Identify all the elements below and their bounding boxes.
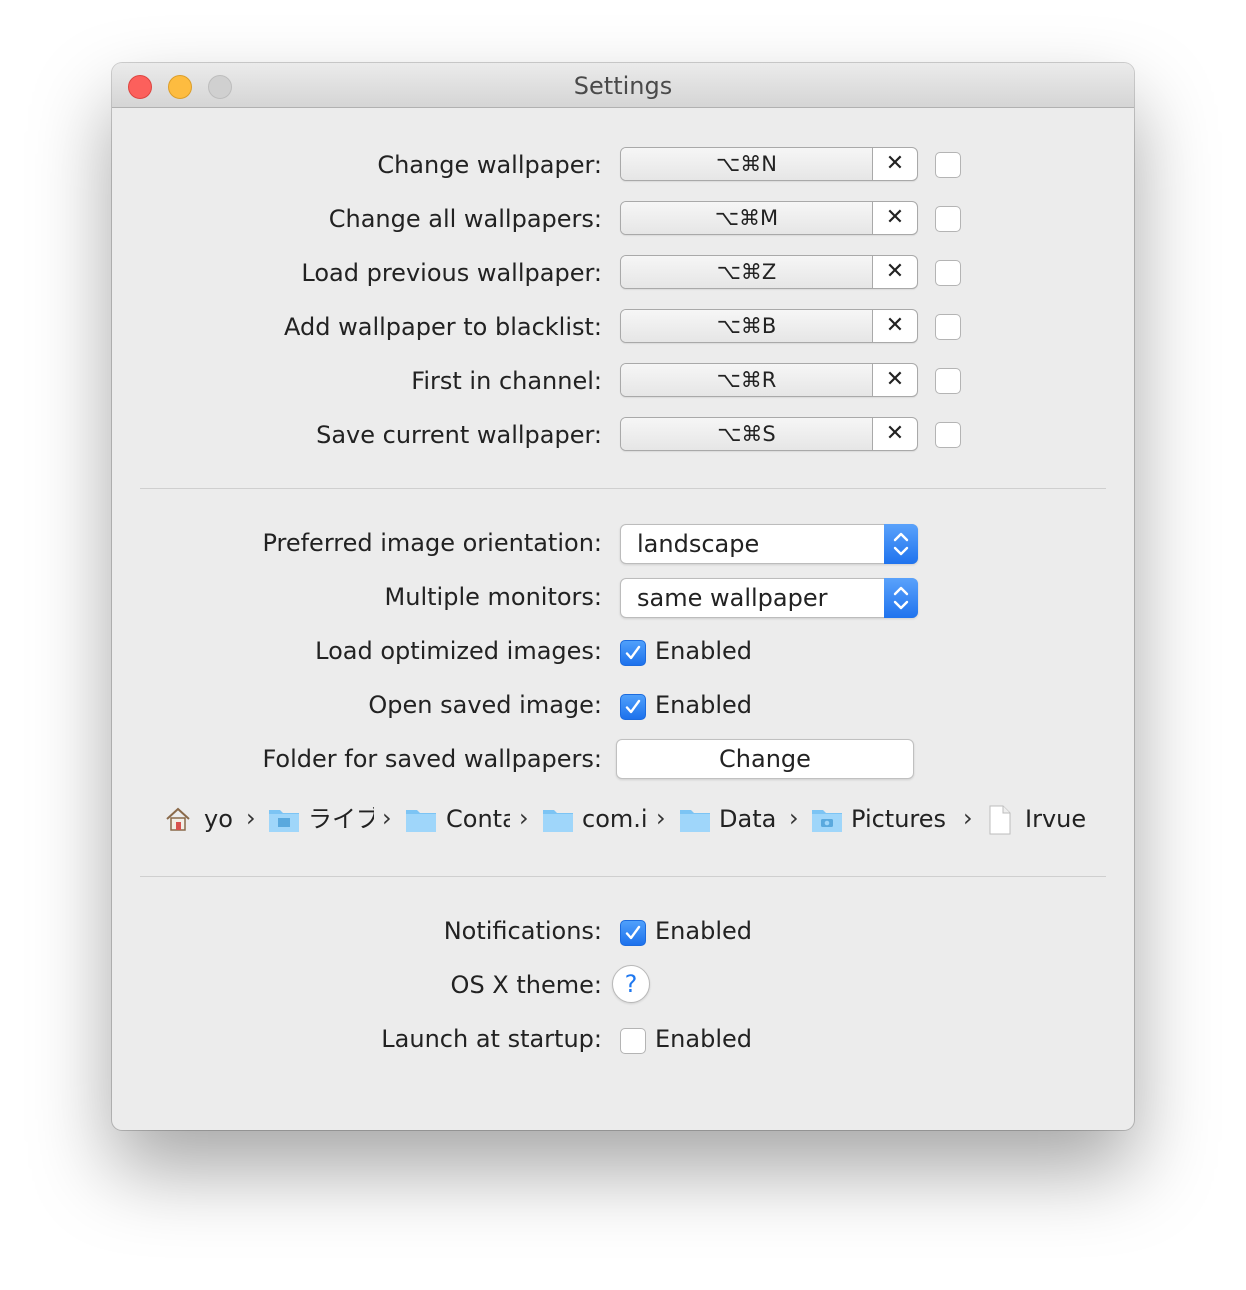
path-item[interactable]: yo xyxy=(204,801,242,837)
orientation-label: Preferred image orientation: xyxy=(262,529,602,557)
path-item[interactable]: Containers xyxy=(446,801,510,837)
shortcut-keys[interactable]: ⌥⌘N xyxy=(621,148,873,180)
shortcut-enable-checkbox[interactable] xyxy=(935,152,961,178)
shortcut-enable-checkbox[interactable] xyxy=(935,260,961,286)
clear-shortcut-button[interactable]: ✕ xyxy=(873,364,917,396)
optimized-checkbox[interactable] xyxy=(620,640,646,666)
folder-icon xyxy=(543,810,573,832)
startup-checkbox-label[interactable]: Enabled xyxy=(655,1025,752,1053)
shortcut-keys[interactable]: ⌥⌘S xyxy=(621,418,873,450)
monitors-value: same wallpaper xyxy=(637,584,828,612)
document-icon xyxy=(989,805,1011,835)
optimized-label: Load optimized images: xyxy=(315,637,602,665)
path-item[interactable]: ライブラリ xyxy=(308,801,374,837)
shortcut-recorder-add-to-blacklist[interactable]: ⌥⌘B ✕ xyxy=(620,309,918,343)
select-arrows-icon xyxy=(884,524,918,564)
saved-folder-path[interactable]: yo › ライブラリ › Containers › com.irvue › Da… xyxy=(162,801,1102,837)
shortcut-keys[interactable]: ⌥⌘Z xyxy=(621,256,873,288)
path-item[interactable]: Irvue xyxy=(1025,801,1101,837)
clear-shortcut-button[interactable]: ✕ xyxy=(873,148,917,180)
clear-shortcut-button[interactable]: ✕ xyxy=(873,202,917,234)
select-arrows-icon xyxy=(884,578,918,618)
window-title: Settings xyxy=(573,72,673,100)
startup-label: Launch at startup: xyxy=(381,1025,602,1053)
theme-label: OS X theme: xyxy=(450,971,602,999)
shortcut-enable-checkbox[interactable] xyxy=(935,368,961,394)
open-saved-checkbox[interactable] xyxy=(620,694,646,720)
notifications-checkbox[interactable] xyxy=(620,920,646,946)
orientation-select[interactable]: landscape xyxy=(620,524,918,564)
shortcut-recorder-load-previous-wallpaper[interactable]: ⌥⌘Z ✕ xyxy=(620,255,918,289)
path-separator: › xyxy=(656,804,666,832)
path-separator: › xyxy=(963,804,973,832)
shortcut-recorder-change-wallpaper[interactable]: ⌥⌘N ✕ xyxy=(620,147,918,181)
shortcut-recorder-first-in-channel[interactable]: ⌥⌘R ✕ xyxy=(620,363,918,397)
section-divider xyxy=(140,876,1106,877)
monitors-select[interactable]: same wallpaper xyxy=(620,578,918,618)
shortcut-label-load-previous-wallpaper: Load previous wallpaper: xyxy=(301,259,602,287)
shortcut-label-add-to-blacklist: Add wallpaper to blacklist: xyxy=(284,313,602,341)
path-separator: › xyxy=(519,804,529,832)
shortcut-label-save-current-wallpaper: Save current wallpaper: xyxy=(316,421,602,449)
shortcut-recorder-save-current-wallpaper[interactable]: ⌥⌘S ✕ xyxy=(620,417,918,451)
library-folder-icon xyxy=(269,810,299,832)
orientation-value: landscape xyxy=(637,530,760,558)
notifications-label: Notifications: xyxy=(443,917,602,945)
shortcut-label-change-all-wallpapers: Change all wallpapers: xyxy=(328,205,602,233)
shortcut-keys[interactable]: ⌥⌘R xyxy=(621,364,873,396)
path-separator: › xyxy=(789,804,799,832)
section-divider xyxy=(140,488,1106,489)
clear-shortcut-button[interactable]: ✕ xyxy=(873,256,917,288)
title-bar[interactable]: Settings xyxy=(112,63,1134,108)
shortcut-keys[interactable]: ⌥⌘M xyxy=(621,202,873,234)
path-item[interactable]: Data xyxy=(719,801,783,837)
folder-icon xyxy=(680,810,710,832)
clear-shortcut-button[interactable]: ✕ xyxy=(873,418,917,450)
checkmark-icon xyxy=(625,699,641,714)
folder-label: Folder for saved wallpapers: xyxy=(262,745,602,773)
shortcut-keys[interactable]: ⌥⌘B xyxy=(621,310,873,342)
pictures-folder-icon xyxy=(812,810,842,832)
home-icon xyxy=(166,807,190,831)
change-folder-button[interactable]: Change xyxy=(616,739,914,779)
clear-shortcut-button[interactable]: ✕ xyxy=(873,310,917,342)
shortcut-enable-checkbox[interactable] xyxy=(935,314,961,340)
path-separator: › xyxy=(246,804,256,832)
path-item[interactable]: Pictures xyxy=(851,801,955,837)
checkmark-icon xyxy=(625,645,641,660)
notifications-checkbox-label[interactable]: Enabled xyxy=(655,917,752,945)
folder-icon xyxy=(406,810,436,832)
shortcut-label-change-wallpaper: Change wallpaper: xyxy=(377,151,602,179)
shortcut-label-first-in-channel: First in channel: xyxy=(411,367,602,395)
open-saved-label: Open saved image: xyxy=(368,691,602,719)
optimized-checkbox-label[interactable]: Enabled xyxy=(655,637,752,665)
settings-window: Settings Change wallpaper: ⌥⌘N ✕ Change … xyxy=(112,63,1134,1130)
shortcut-recorder-change-all-wallpapers[interactable]: ⌥⌘M ✕ xyxy=(620,201,918,235)
startup-checkbox[interactable] xyxy=(620,1028,646,1054)
checkmark-icon xyxy=(625,925,641,940)
open-saved-checkbox-label[interactable]: Enabled xyxy=(655,691,752,719)
path-separator: › xyxy=(382,804,392,832)
shortcut-enable-checkbox[interactable] xyxy=(935,206,961,232)
shortcut-enable-checkbox[interactable] xyxy=(935,422,961,448)
path-item[interactable]: com.irvue xyxy=(582,801,646,837)
help-button[interactable]: ? xyxy=(612,965,650,1003)
monitors-label: Multiple monitors: xyxy=(384,583,602,611)
